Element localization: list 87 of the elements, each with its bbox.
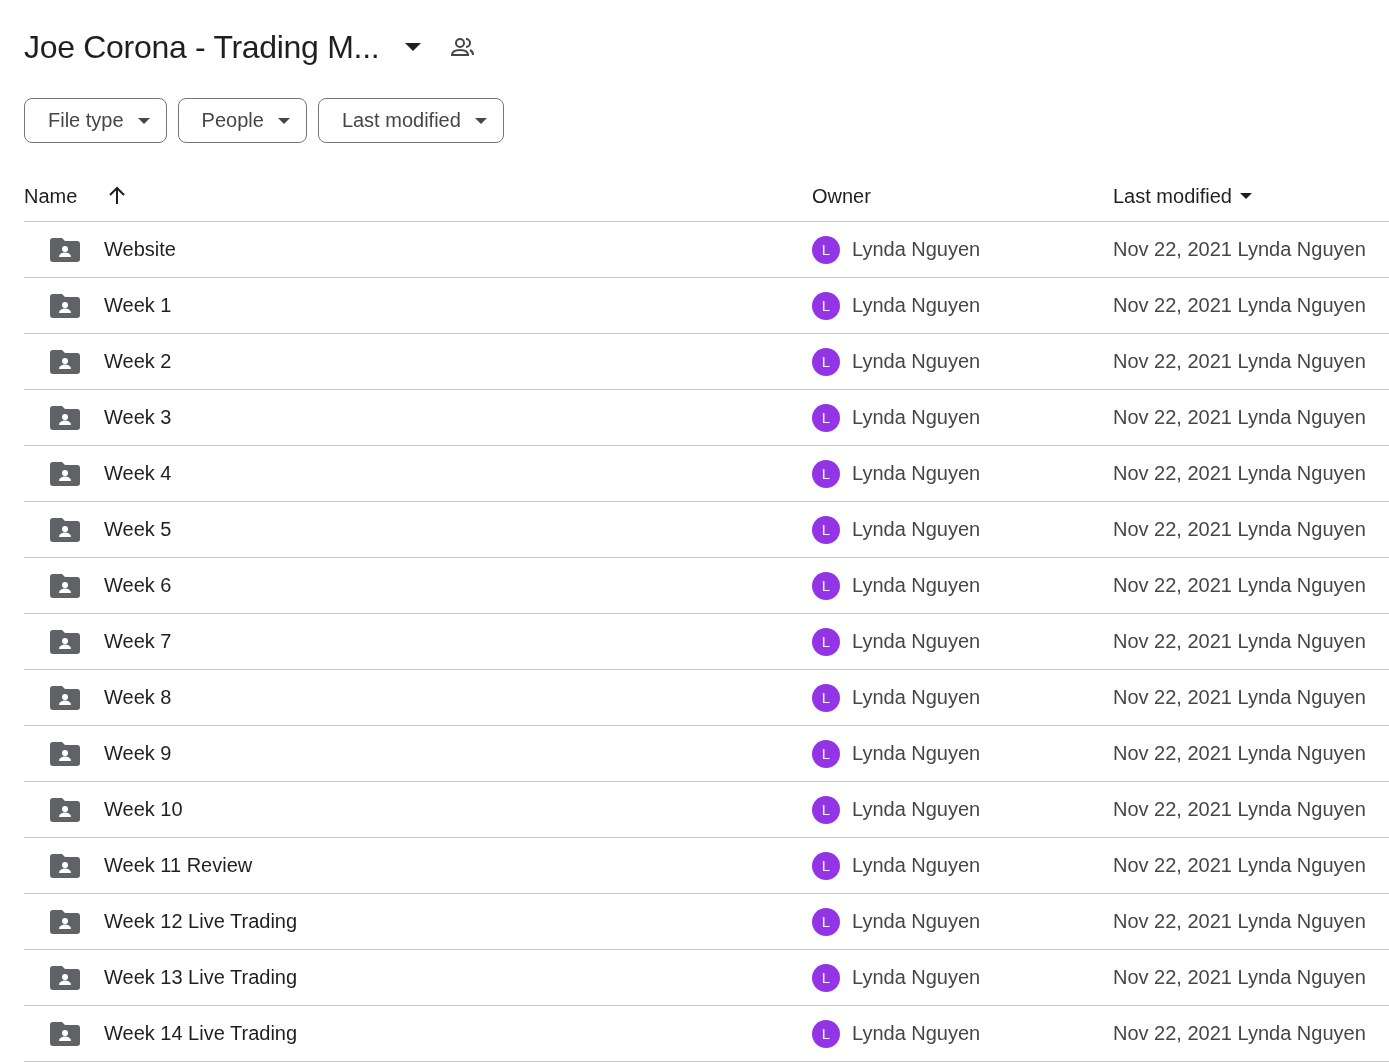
owner-avatar: L [812, 683, 840, 712]
shared-folder-icon [50, 965, 80, 990]
folder-name[interactable]: Week 4 [104, 462, 172, 485]
shared-folder-icon [50, 853, 80, 878]
owner-avatar: L [812, 571, 840, 600]
owner-avatar: L [812, 515, 840, 544]
filter-chip[interactable]: File type [24, 98, 167, 143]
owner-avatar: L [812, 795, 840, 824]
modified-text: Nov 22, 2021 Lynda Nguyen [1113, 406, 1366, 429]
owner-name: Lynda Nguyen [852, 574, 981, 597]
folder-name[interactable]: Week 14 Live Trading [104, 1022, 298, 1045]
shared-folder-icon [50, 573, 80, 598]
shared-folder-icon [50, 349, 80, 374]
shared-folder-icon [50, 237, 80, 262]
shared-folder-icon [50, 405, 80, 430]
owner-name: Lynda Nguyen [852, 406, 981, 429]
folder-name[interactable]: Week 2 [104, 350, 172, 373]
owner-avatar: L [812, 627, 840, 656]
folder-name[interactable]: Week 6 [104, 574, 172, 597]
folder-name[interactable]: Week 8 [104, 686, 172, 709]
owner-name: Lynda Nguyen [852, 350, 981, 373]
owner-name: Lynda Nguyen [852, 798, 981, 821]
filter-chip[interactable]: People [177, 98, 307, 143]
shared-folder-icon [50, 1021, 80, 1046]
caret-icon [405, 43, 422, 51]
modified-text: Nov 22, 2021 Lynda Nguyen [1113, 1022, 1366, 1045]
modified-text: Nov 22, 2021 Lynda Nguyen [1113, 798, 1366, 821]
modified-text: Nov 22, 2021 Lynda Nguyen [1113, 910, 1366, 933]
shared-folder-icon [50, 797, 80, 822]
folder-name[interactable]: Week 3 [104, 406, 172, 429]
owner-name: Lynda Nguyen [852, 462, 981, 485]
modified-text: Nov 22, 2021 Lynda Nguyen [1113, 350, 1366, 373]
owner-avatar: L [812, 739, 840, 768]
shared-folder-icon [50, 741, 80, 766]
shared-folder-icon [50, 629, 80, 654]
owner-name: Lynda Nguyen [852, 966, 981, 989]
folder-name[interactable]: Week 7 [104, 630, 172, 653]
folder-name[interactable]: Week 1 [104, 294, 172, 317]
owner-name: Lynda Nguyen [852, 686, 981, 709]
shared-folder-icon [50, 517, 80, 542]
folder-name[interactable]: Week 10 [104, 798, 183, 821]
shared-folder-icon [50, 461, 80, 486]
caret-icon [1239, 193, 1252, 199]
modified-text: Nov 22, 2021 Lynda Nguyen [1113, 294, 1366, 317]
owner-name: Lynda Nguyen [852, 854, 981, 877]
modified-text: Nov 22, 2021 Lynda Nguyen [1113, 238, 1366, 261]
folder-name[interactable]: Week 5 [104, 518, 172, 541]
modified-text: Nov 22, 2021 Lynda Nguyen [1113, 742, 1366, 765]
owner-avatar: L [812, 347, 840, 376]
folder-name[interactable]: Week 11 Review [104, 854, 253, 877]
shared-folder-icon [50, 909, 80, 934]
owner-avatar: L [812, 459, 840, 488]
folder-name[interactable]: Week 9 [104, 742, 172, 765]
owner-name: Lynda Nguyen [852, 910, 981, 933]
owner-name: Lynda Nguyen [852, 630, 981, 653]
owner-name: Lynda Nguyen [852, 742, 981, 765]
modified-text: Nov 22, 2021 Lynda Nguyen [1113, 966, 1366, 989]
caret-icon [474, 117, 487, 124]
owner-avatar: L [812, 1019, 840, 1048]
owner-name: Lynda Nguyen [852, 1022, 981, 1045]
owner-name: Lynda Nguyen [852, 518, 981, 541]
caret-icon [277, 117, 290, 124]
owner-avatar: L [812, 291, 840, 320]
modified-text: Nov 22, 2021 Lynda Nguyen [1113, 574, 1366, 597]
modified-text: Nov 22, 2021 Lynda Nguyen [1113, 854, 1366, 877]
column-header[interactable]: Owner [812, 184, 871, 208]
modified-text: Nov 22, 2021 Lynda Nguyen [1113, 462, 1366, 485]
modified-text: Nov 22, 2021 Lynda Nguyen [1113, 630, 1366, 653]
folder-name[interactable]: Week 12 Live Trading [104, 910, 298, 933]
owner-avatar: L [812, 235, 840, 264]
owner-avatar: L [812, 963, 840, 992]
owner-name: Lynda Nguyen [852, 294, 981, 317]
owner-name: Lynda Nguyen [852, 238, 981, 261]
column-header[interactable]: Name [24, 184, 128, 208]
shared-folder-icon [50, 685, 80, 710]
modified-text: Nov 22, 2021 Lynda Nguyen [1113, 518, 1366, 541]
column-header[interactable]: Last modified [1113, 184, 1252, 208]
folder-name[interactable]: Week 13 Live Trading [104, 966, 298, 989]
owner-avatar: L [812, 403, 840, 432]
owner-avatar: L [812, 851, 840, 880]
owner-avatar: L [812, 907, 840, 936]
folder-name[interactable]: Website [104, 238, 176, 261]
folder-title: Joe Corona - Trading M... [24, 28, 380, 66]
caret-icon [137, 117, 150, 124]
modified-text: Nov 22, 2021 Lynda Nguyen [1113, 686, 1366, 709]
shared-folder-icon [50, 293, 80, 318]
filter-chip[interactable]: Last modified [317, 98, 504, 143]
